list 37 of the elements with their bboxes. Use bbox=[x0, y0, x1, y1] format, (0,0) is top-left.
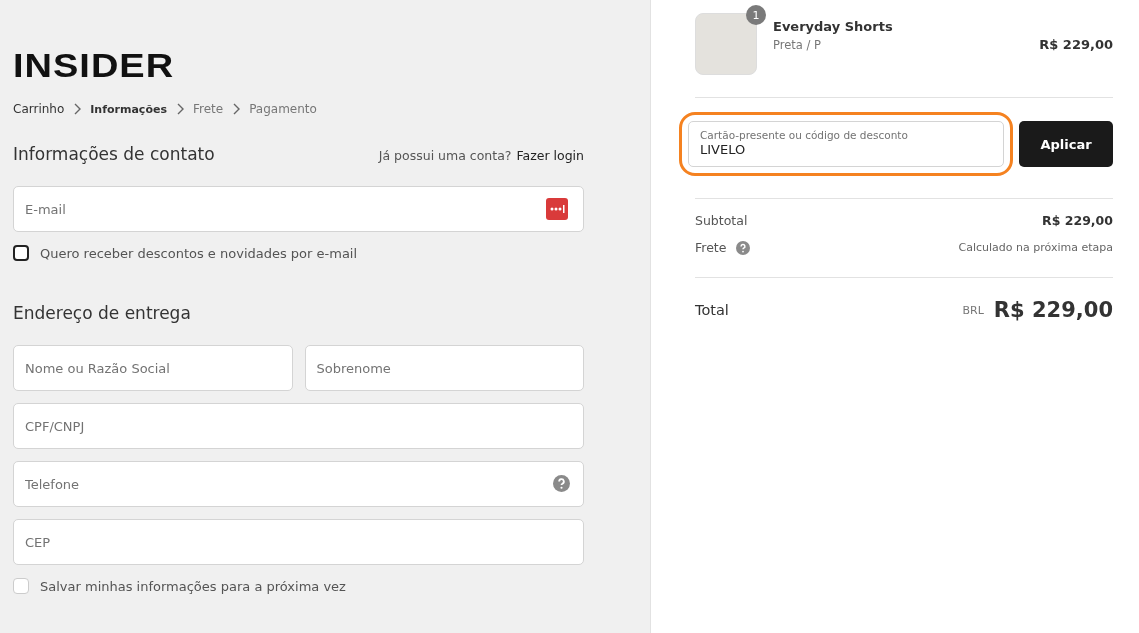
breadcrumb-step: Informações bbox=[90, 102, 167, 116]
product-price: R$ 229,00 bbox=[1039, 36, 1113, 52]
section-title: Endereço de entrega bbox=[13, 303, 192, 323]
input-field[interactable]: Sobrenome bbox=[304, 345, 584, 391]
breadcrumb-step: Pagamento bbox=[249, 102, 317, 116]
shipping-label: Frete bbox=[695, 240, 727, 255]
subtotal-value: R$ 229,00 bbox=[1042, 213, 1113, 228]
section-title: Informações de contato bbox=[13, 144, 215, 164]
breadcrumb-step: Frete bbox=[192, 102, 224, 116]
login-link[interactable]: Fazer login bbox=[516, 148, 584, 163]
input-field[interactable]: CPF/CNPJ bbox=[13, 403, 584, 449]
help-icon[interactable] bbox=[553, 475, 570, 492]
password-manager-icon[interactable] bbox=[546, 198, 568, 220]
product-name: Everyday Shorts bbox=[773, 18, 894, 34]
checkbox[interactable] bbox=[13, 245, 29, 261]
product-variant: Preta / P bbox=[773, 37, 822, 52]
apply-button[interactable]: Aplicar bbox=[1019, 121, 1113, 167]
input-field[interactable]: CEP bbox=[13, 519, 584, 565]
input-field[interactable]: Telefone bbox=[13, 461, 584, 507]
account-prompt: Já possui uma conta? bbox=[378, 148, 512, 163]
chevron-right-icon bbox=[232, 103, 241, 115]
breadcrumb-step[interactable]: Carrinho bbox=[13, 102, 65, 116]
input-field[interactable]: Nome ou Razão Social bbox=[13, 345, 293, 391]
discount-code-field[interactable]: Cartão-presente ou código de desconto LIVELO bbox=[688, 121, 1004, 167]
quantity-badge: 1 bbox=[746, 5, 766, 25]
total-value: R$ 229,00 bbox=[993, 298, 1113, 322]
shipping-value: Calculado na próxima etapa bbox=[958, 241, 1113, 254]
total-label: Total bbox=[695, 302, 729, 318]
subtotal-label: Subtotal bbox=[695, 213, 748, 228]
checkbox-label: Quero receber descontos e novidades por e-mail bbox=[40, 245, 358, 261]
currency-code: BRL bbox=[962, 303, 984, 317]
help-icon[interactable] bbox=[736, 240, 751, 255]
brand-logo[interactable]: INSIDER bbox=[13, 49, 175, 83]
email-field[interactable]: E-mail bbox=[13, 186, 584, 232]
chevron-right-icon bbox=[73, 103, 82, 115]
checkbox-label: Salvar minhas informações para a próxima vez bbox=[40, 578, 346, 594]
chevron-right-icon bbox=[175, 103, 184, 115]
